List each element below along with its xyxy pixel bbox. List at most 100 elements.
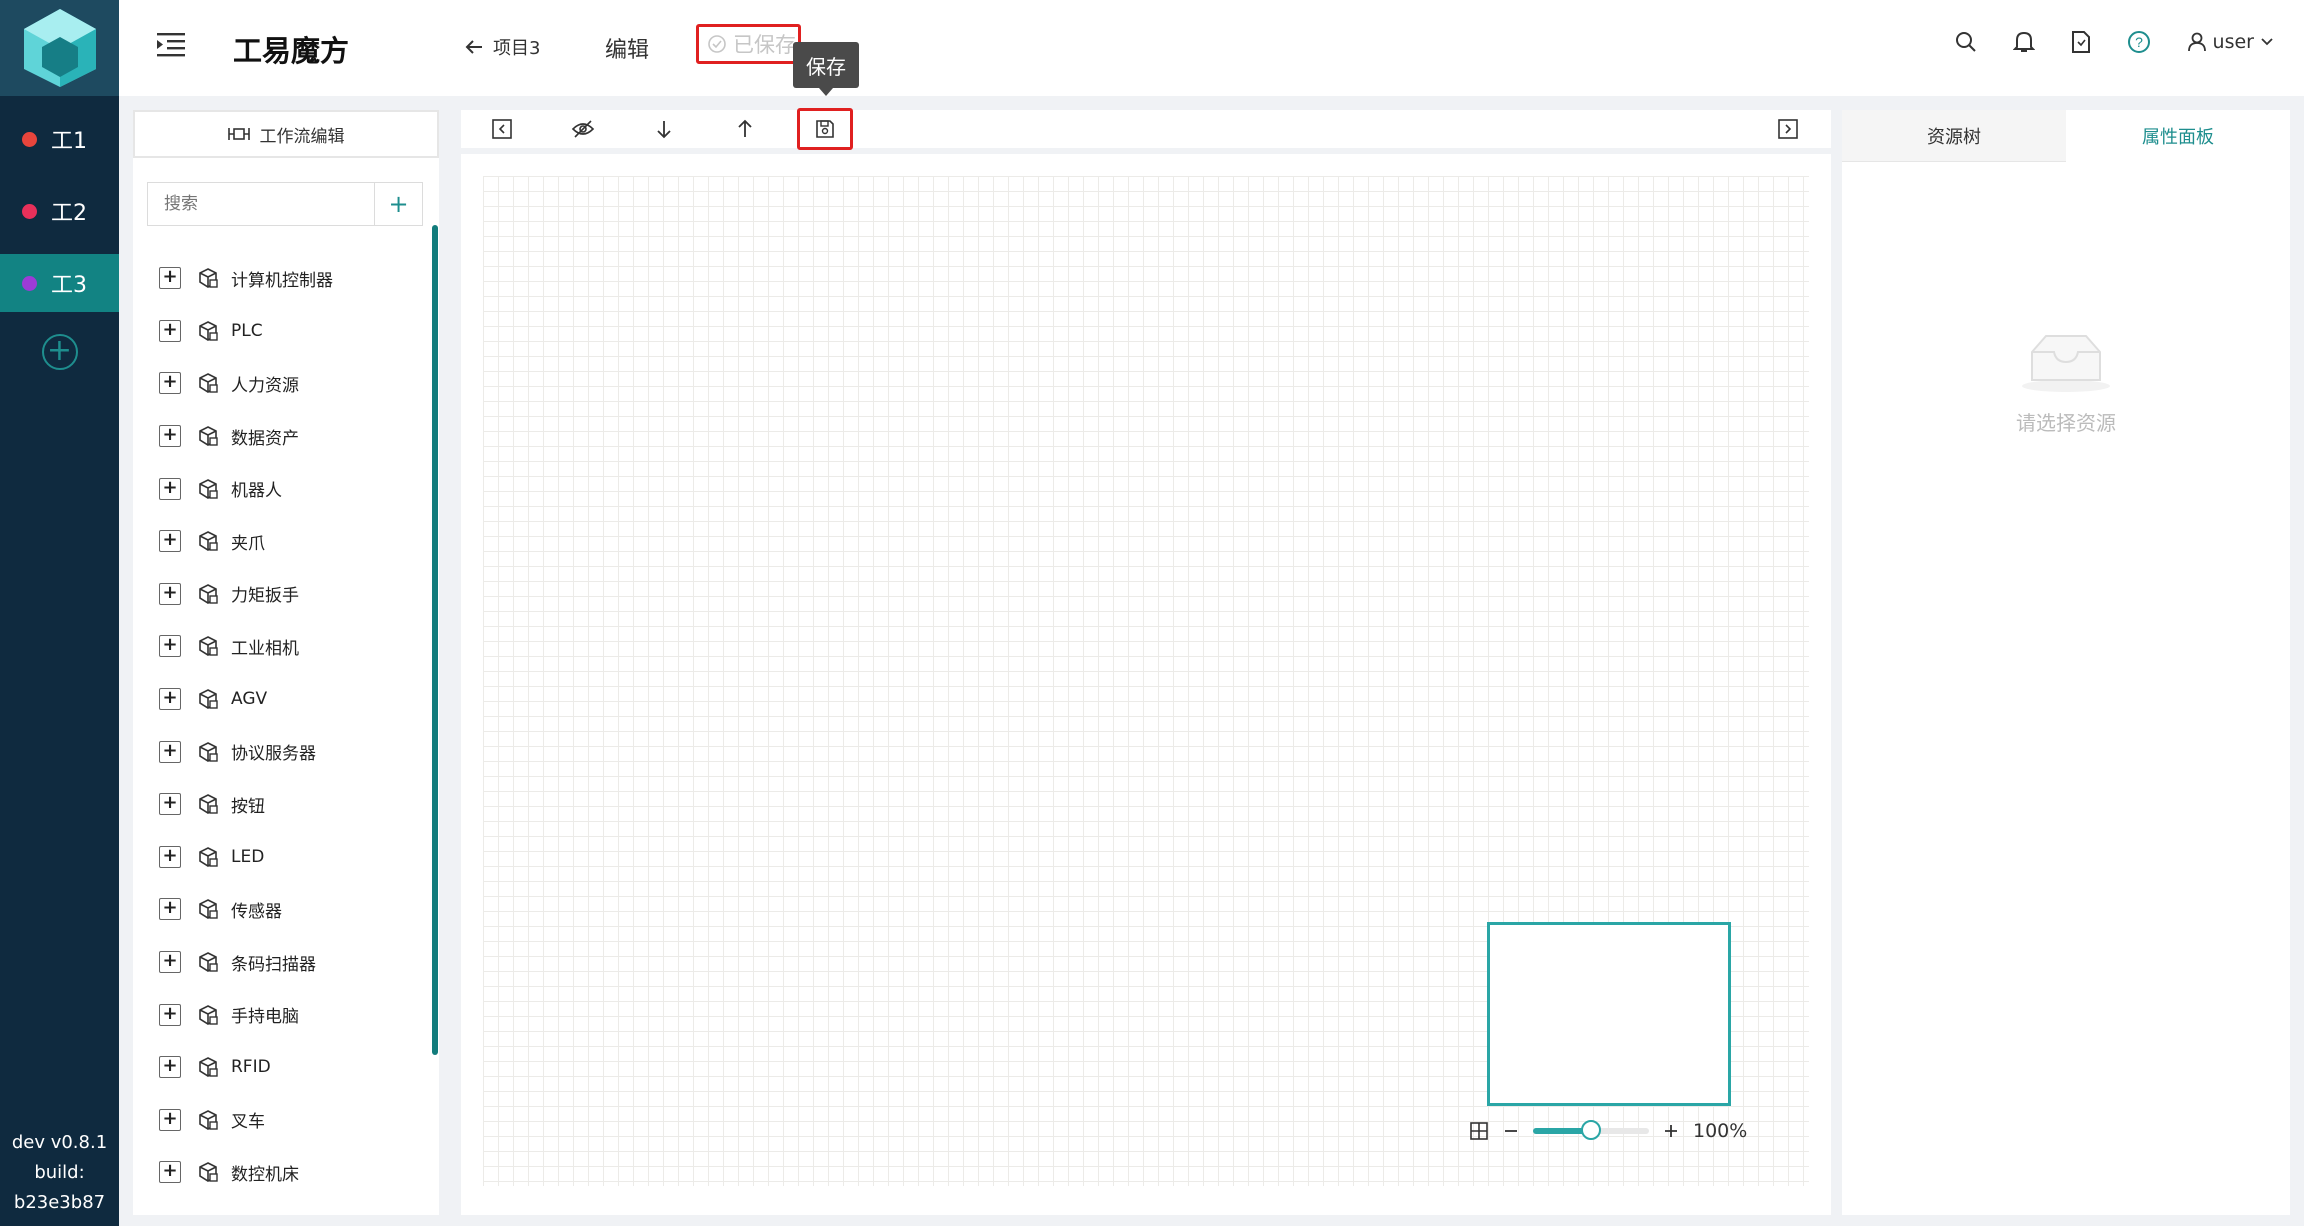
expand-icon[interactable]: + [159,530,181,553]
empty-text: 请选择资源 [2016,411,2116,435]
expand-icon[interactable]: + [159,372,181,395]
search-icon[interactable] [1955,31,1977,53]
expand-icon[interactable]: + [159,477,181,500]
move-down-button[interactable] [645,110,683,148]
tree-node[interactable]: + PLC [159,305,419,358]
rail-item-label: 工3 [51,273,87,298]
zoom-slider[interactable] [1533,1120,1649,1140]
tree-node[interactable]: + 手持电脑 [159,988,419,1041]
cube-icon [199,1057,218,1078]
tree-node[interactable]: + 按钮 [159,778,419,831]
collapse-left-button[interactable] [483,110,521,148]
expand-icon[interactable]: + [159,688,181,711]
project-name: 项目3 [493,38,541,59]
app-logo[interactable] [0,0,119,96]
expand-icon[interactable]: + [159,845,181,868]
expand-icon[interactable]: + [159,267,181,290]
hide-button[interactable] [564,110,602,148]
tree-node[interactable]: + 条码扫描器 [159,936,419,989]
status-dot [22,131,37,147]
tree-node[interactable]: + 传感器 [159,883,419,936]
status-dot [22,275,37,291]
tree-node[interactable]: + 叉车 [159,1094,419,1147]
expand-icon[interactable]: + [159,951,181,974]
tree-node-label: 手持电脑 [231,1007,299,1028]
collapse-right-icon [1778,119,1798,139]
tree-scrollbar[interactable] [432,225,438,1055]
expand-icon[interactable]: + [159,793,181,816]
rail-item-1[interactable]: 工1 [0,110,119,168]
expand-icon[interactable]: + [159,1056,181,1079]
back-button[interactable]: 项目3 [465,34,540,60]
tree-node[interactable]: + RFID [159,1041,419,1094]
tree-node[interactable]: + 工业相机 [159,620,419,673]
resource-tree: + 计算机控制器 + PLC + 人力资源 + 数据资产 + 机器人 + 夹爪 + 力矩扳手 + 工业相机 + A… [159,252,419,1212]
tree-node-label: 夹爪 [231,533,265,554]
expand-icon[interactable]: + [159,425,181,448]
tree-node[interactable]: + 夹爪 [159,515,419,568]
chevron-down-icon [2261,38,2273,46]
minimap[interactable] [1487,922,1731,1106]
tree-node-label: RFID [231,1057,271,1078]
tree-node-label: 按钮 [231,796,265,817]
add-workspace-button[interactable]: + [41,334,78,370]
document-icon[interactable] [2071,30,2091,54]
expand-icon[interactable]: + [159,319,181,342]
tree-node[interactable]: + 人力资源 [159,357,419,410]
tree-node[interactable]: + AGV [159,673,419,726]
move-up-button[interactable] [726,110,764,148]
tab-properties[interactable]: 属性面板 [2066,110,2290,162]
tree-node-label: 数控机床 [231,1164,299,1185]
help-icon[interactable]: ? [2127,30,2151,54]
tree-node[interactable]: + 计算机控制器 [159,252,419,305]
expand-icon[interactable]: + [159,1161,181,1184]
tree-node[interactable]: + LED [159,831,419,884]
expand-icon[interactable]: + [159,740,181,763]
fit-view-icon[interactable] [1469,1121,1489,1141]
canvas-toolbar [461,108,1831,150]
add-resource-button[interactable]: + [375,182,423,226]
cube-icon [199,583,218,604]
tree-node-label: 人力资源 [231,375,299,396]
cube-icon [199,373,218,394]
search-input[interactable] [147,182,375,226]
zoom-out-icon[interactable] [1503,1123,1519,1139]
tab-workflow-edit[interactable]: 工作流编辑 [133,110,439,158]
empty-inbox-icon [2022,335,2110,392]
expand-icon[interactable]: + [159,898,181,921]
rail-item-3[interactable]: 工3 [0,254,119,312]
edit-menu[interactable]: 编辑 [605,32,649,64]
zoom-slider-handle[interactable] [1581,1120,1601,1140]
tree-node[interactable]: + 力矩扳手 [159,568,419,621]
expand-icon[interactable]: + [159,1003,181,1026]
zoom-in-icon[interactable] [1663,1123,1679,1139]
tree-node[interactable]: + 协议服务器 [159,725,419,778]
tab-resource-tree[interactable]: 资源树 [1842,110,2066,162]
user-menu[interactable]: user [2187,31,2274,53]
svg-text:?: ? [2135,34,2143,50]
bell-icon[interactable] [2012,30,2035,54]
rail-item-label: 工2 [51,201,87,226]
collapse-right-button[interactable] [1769,110,1807,148]
save-icon [816,120,834,138]
tree-node[interactable]: + 机器人 [159,462,419,515]
zoom-level: 100% [1693,1120,1748,1142]
tree-node-label: LED [231,846,265,867]
tree-node-label: 协议服务器 [231,744,316,765]
cube-icon [199,426,218,447]
workflow-canvas[interactable]: 100% [461,154,1831,1215]
tree-node[interactable]: + 数控机床 [159,1146,419,1199]
tab-label: 工作流编辑 [259,126,345,147]
cube-icon [199,952,218,972]
menu-collapse-icon[interactable] [157,32,185,58]
tree-node[interactable]: + 数据资产 [159,410,419,463]
expand-icon[interactable]: + [159,635,181,658]
expand-icon[interactable]: + [159,582,181,605]
nav-rail: 工1 工2 工3 + dev v0.8.1 build: b23e3b87 [0,0,119,1226]
tree-node-label: AGV [231,689,268,710]
right-tabs: 资源树 属性面板 [1842,110,2290,162]
tree-node-label: 力矩扳手 [231,586,299,607]
rail-item-2[interactable]: 工2 [0,182,119,240]
save-button[interactable] [797,108,853,150]
expand-icon[interactable]: + [159,1108,181,1131]
